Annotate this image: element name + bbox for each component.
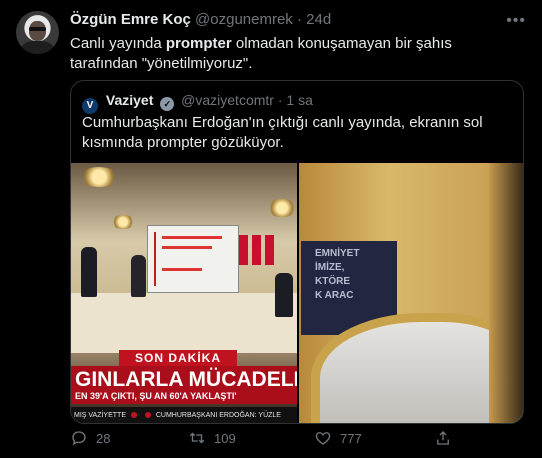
screen-line <box>162 268 202 271</box>
tweet-actions: 28 109 777 <box>70 426 524 450</box>
reply-icon <box>72 431 86 446</box>
heart-icon <box>315 432 331 445</box>
avatar-body <box>21 41 54 54</box>
ticker-dot-icon <box>130 412 137 418</box>
ticker-right: CUMHURBAŞKANI ERDOĞAN: YÜZLE <box>155 412 281 419</box>
media-image-right[interactable]: EMNİYET İMİZE, KTÖRE K ARAC <box>299 163 523 423</box>
reply-button[interactable]: 28 <box>70 429 110 447</box>
tweet-text: Canlı yayında prompter olmadan konuşamay… <box>70 34 520 74</box>
ticker-dot-icon <box>144 412 151 418</box>
share-button[interactable] <box>434 429 452 447</box>
quote-text: Cumhurbaşkanı Erdoğan'ın çıktığı canlı y… <box>82 114 483 151</box>
reply-count: 28 <box>96 430 111 446</box>
author-handle[interactable]: @ozgunemrek <box>195 11 293 28</box>
retweet-count: 109 <box>214 430 236 446</box>
media-grid: SON DAKİKA GINLARLA MÜCADELESİ EN 39'A Ç… <box>71 163 523 423</box>
breaking-news-banner: SON DAKİKA <box>119 350 237 366</box>
separator-dot: · <box>296 11 302 28</box>
quote-header: V Vaziyet ✓ @vaziyetcomtr · 1 sa <box>82 92 313 114</box>
like-count: 777 <box>340 430 362 446</box>
like-button[interactable]: 777 <box>314 429 362 447</box>
chandelier-right <box>267 199 297 217</box>
flag <box>265 235 274 265</box>
avatar-sunglasses <box>29 27 46 31</box>
retweet-button[interactable]: 109 <box>188 429 236 447</box>
quote-author-name: Vaziyet <box>105 92 154 108</box>
author-name[interactable]: Özgün Emre Koç <box>70 11 191 28</box>
news-headline: GINLARLA MÜCADELESİ <box>75 368 297 391</box>
screen-line <box>162 236 222 239</box>
quote-time: 1 sa <box>286 92 313 108</box>
person-figure <box>275 273 293 317</box>
guest-figure <box>131 255 146 297</box>
quote-handle: @vaziyetcomtr <box>181 92 274 108</box>
flag <box>239 235 248 265</box>
retweet-icon <box>189 432 205 444</box>
quoted-tweet[interactable]: V Vaziyet ✓ @vaziyetcomtr · 1 sa Cumhurb… <box>70 80 524 424</box>
tweet-time[interactable]: 24d <box>306 11 331 28</box>
avatar-face <box>29 21 46 41</box>
image-shadow-edge <box>489 163 523 423</box>
presenter-figure <box>81 247 97 297</box>
more-options-icon[interactable]: ••• <box>506 12 526 30</box>
carpet <box>71 293 297 353</box>
ticker-left: MIŞ VAZİYETTE <box>74 412 126 419</box>
tv-studio-screen <box>147 225 239 293</box>
tweet-header: Özgün Emre Koç @ozgunemrek · 24d <box>70 11 331 28</box>
share-icon <box>437 431 449 445</box>
author-avatar[interactable] <box>16 11 59 54</box>
media-image-left[interactable]: SON DAKİKA GINLARLA MÜCADELESİ EN 39'A Ç… <box>71 163 297 423</box>
verified-badge-icon: ✓ <box>160 97 175 111</box>
quote-avatar-icon: V <box>82 98 98 114</box>
chandelier-left <box>79 167 119 187</box>
quote-separator-dot: · <box>277 92 283 108</box>
chandelier-middle <box>111 215 135 229</box>
prompter-line: EMNİYET <box>315 248 360 259</box>
prompter-line: İMİZE, <box>315 262 345 273</box>
tweet-text-part1: Canlı yayında <box>70 35 166 52</box>
prompter-line: K ARAC <box>315 290 354 301</box>
news-subline: EN 39'A ÇIKTI, ŞU AN 60'A YAKLAŞTI' <box>75 391 237 401</box>
screen-strip <box>154 232 156 286</box>
news-ticker: MIŞ VAZİYETTE CUMHURBAŞKANI ERDOĞAN: YÜZ… <box>71 407 297 423</box>
prompter-line: KTÖRE <box>315 276 350 287</box>
flag <box>252 235 261 265</box>
screen-line <box>162 246 212 249</box>
tweet-text-bold: prompter <box>165 35 232 52</box>
